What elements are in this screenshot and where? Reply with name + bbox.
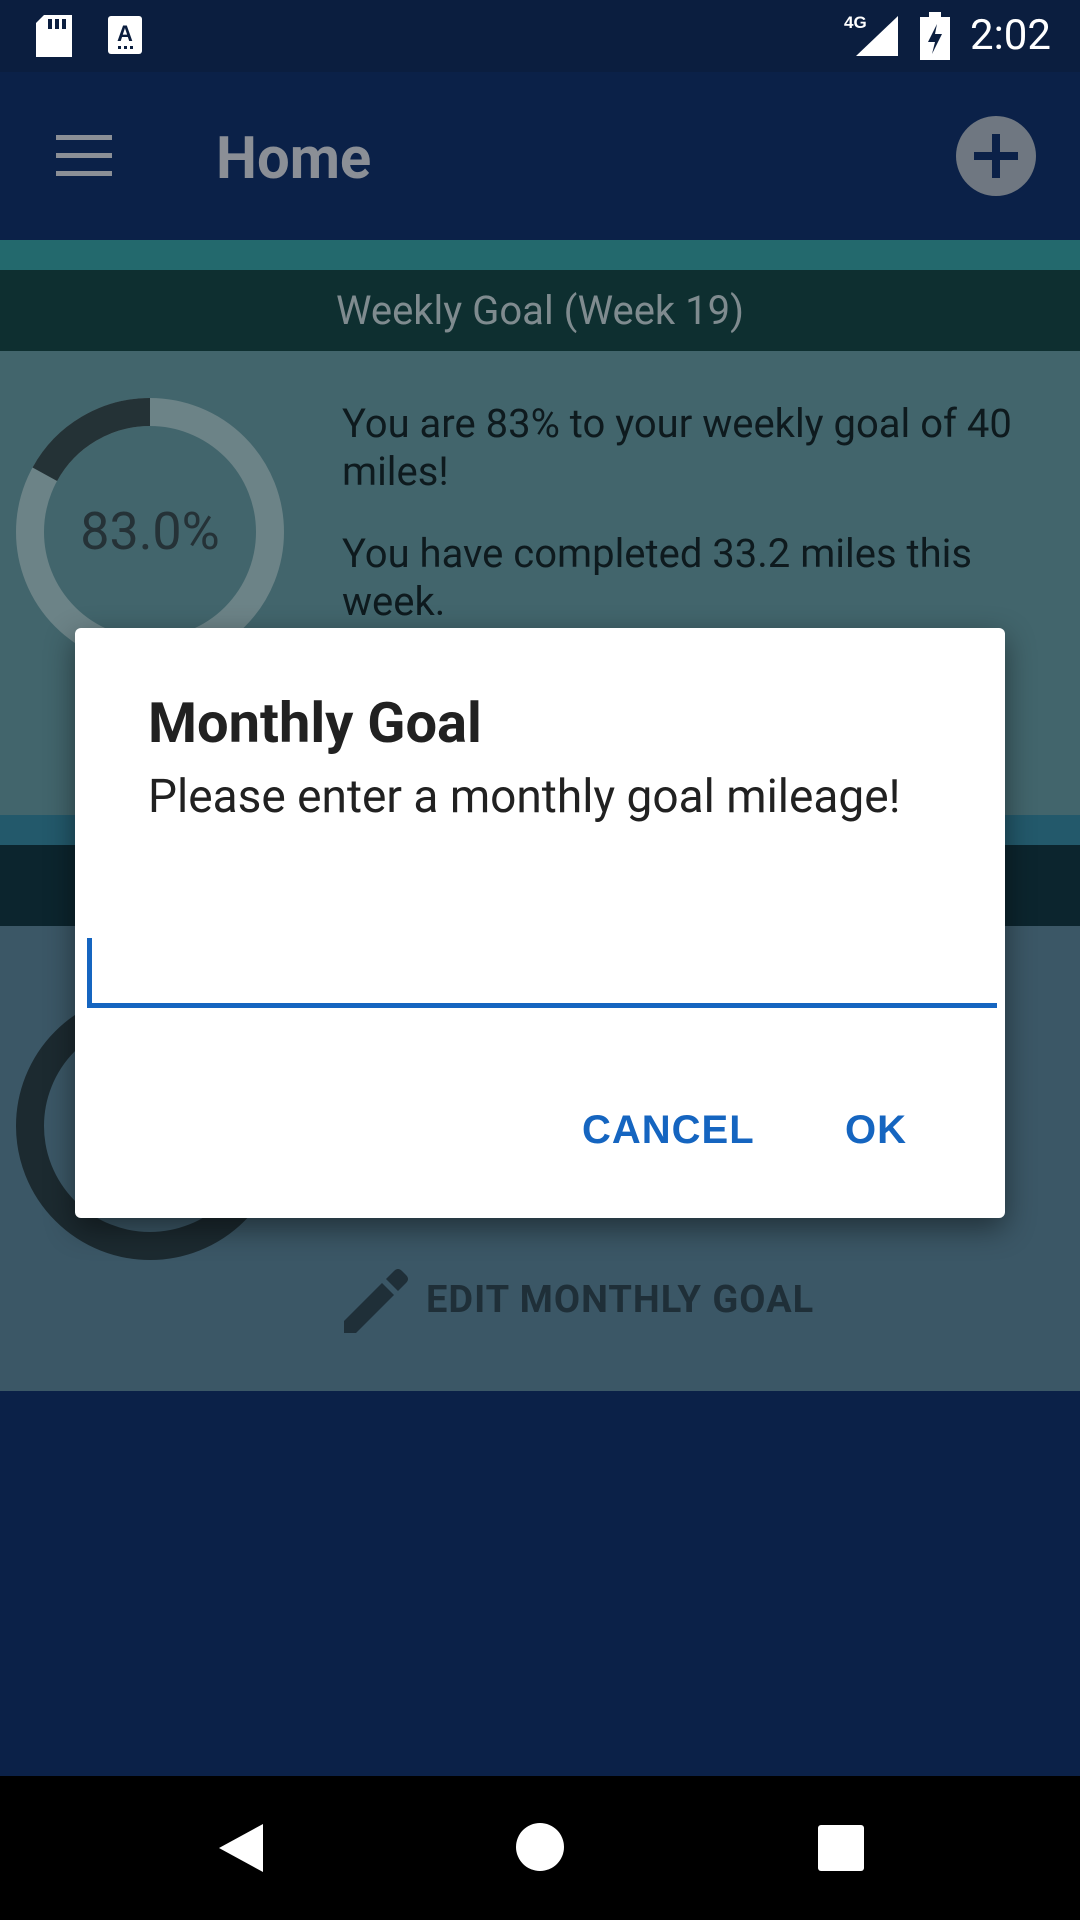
page-title: Home [216, 125, 372, 193]
back-icon[interactable] [215, 1822, 265, 1874]
text-cursor [87, 938, 92, 1004]
network-type-label: 4G [844, 13, 867, 32]
weekly-goal-line: You are 83% to your weekly goal of 40 mi… [342, 400, 1012, 495]
ok-button[interactable]: OK [845, 1108, 907, 1153]
battery-icon [920, 12, 950, 60]
app-bar: Home [0, 72, 1080, 240]
card-accent-stripe [0, 240, 1080, 270]
monthly-goal-dialog: Monthly Goal Please enter a monthly goal… [75, 628, 1005, 1218]
svg-text:A: A [117, 21, 133, 46]
pencil-icon [344, 1269, 408, 1333]
cancel-button[interactable]: CANCEL [582, 1108, 755, 1153]
edit-monthly-goal-button[interactable]: EDIT MONTHLY GOAL [340, 1260, 814, 1340]
sd-card-icon [36, 15, 72, 57]
status-clock: 2:02 [970, 11, 1051, 60]
weekly-summary: You are 83% to your weekly goal of 40 mi… [342, 400, 1042, 660]
weekly-completed-line: You have completed 33.2 miles this week. [342, 530, 972, 625]
edit-monthly-goal-label: EDIT MONTHLY GOAL [426, 1278, 815, 1322]
signal-icon: 4G [844, 13, 898, 56]
dialog-title: Monthly Goal [148, 690, 482, 756]
weekly-goal-header: Weekly Goal (Week 19) [0, 270, 1080, 351]
recent-apps-icon[interactable] [818, 1825, 864, 1871]
dialog-message: Please enter a monthly goal mileage! [148, 770, 901, 824]
home-icon[interactable] [515, 1822, 565, 1872]
add-icon[interactable] [955, 115, 1037, 197]
status-bar: A 4G 2:02 [0, 0, 1080, 72]
menu-icon[interactable] [56, 133, 112, 179]
monthly-goal-input[interactable] [87, 933, 997, 1008]
keyboard-a-icon: A [108, 16, 142, 54]
